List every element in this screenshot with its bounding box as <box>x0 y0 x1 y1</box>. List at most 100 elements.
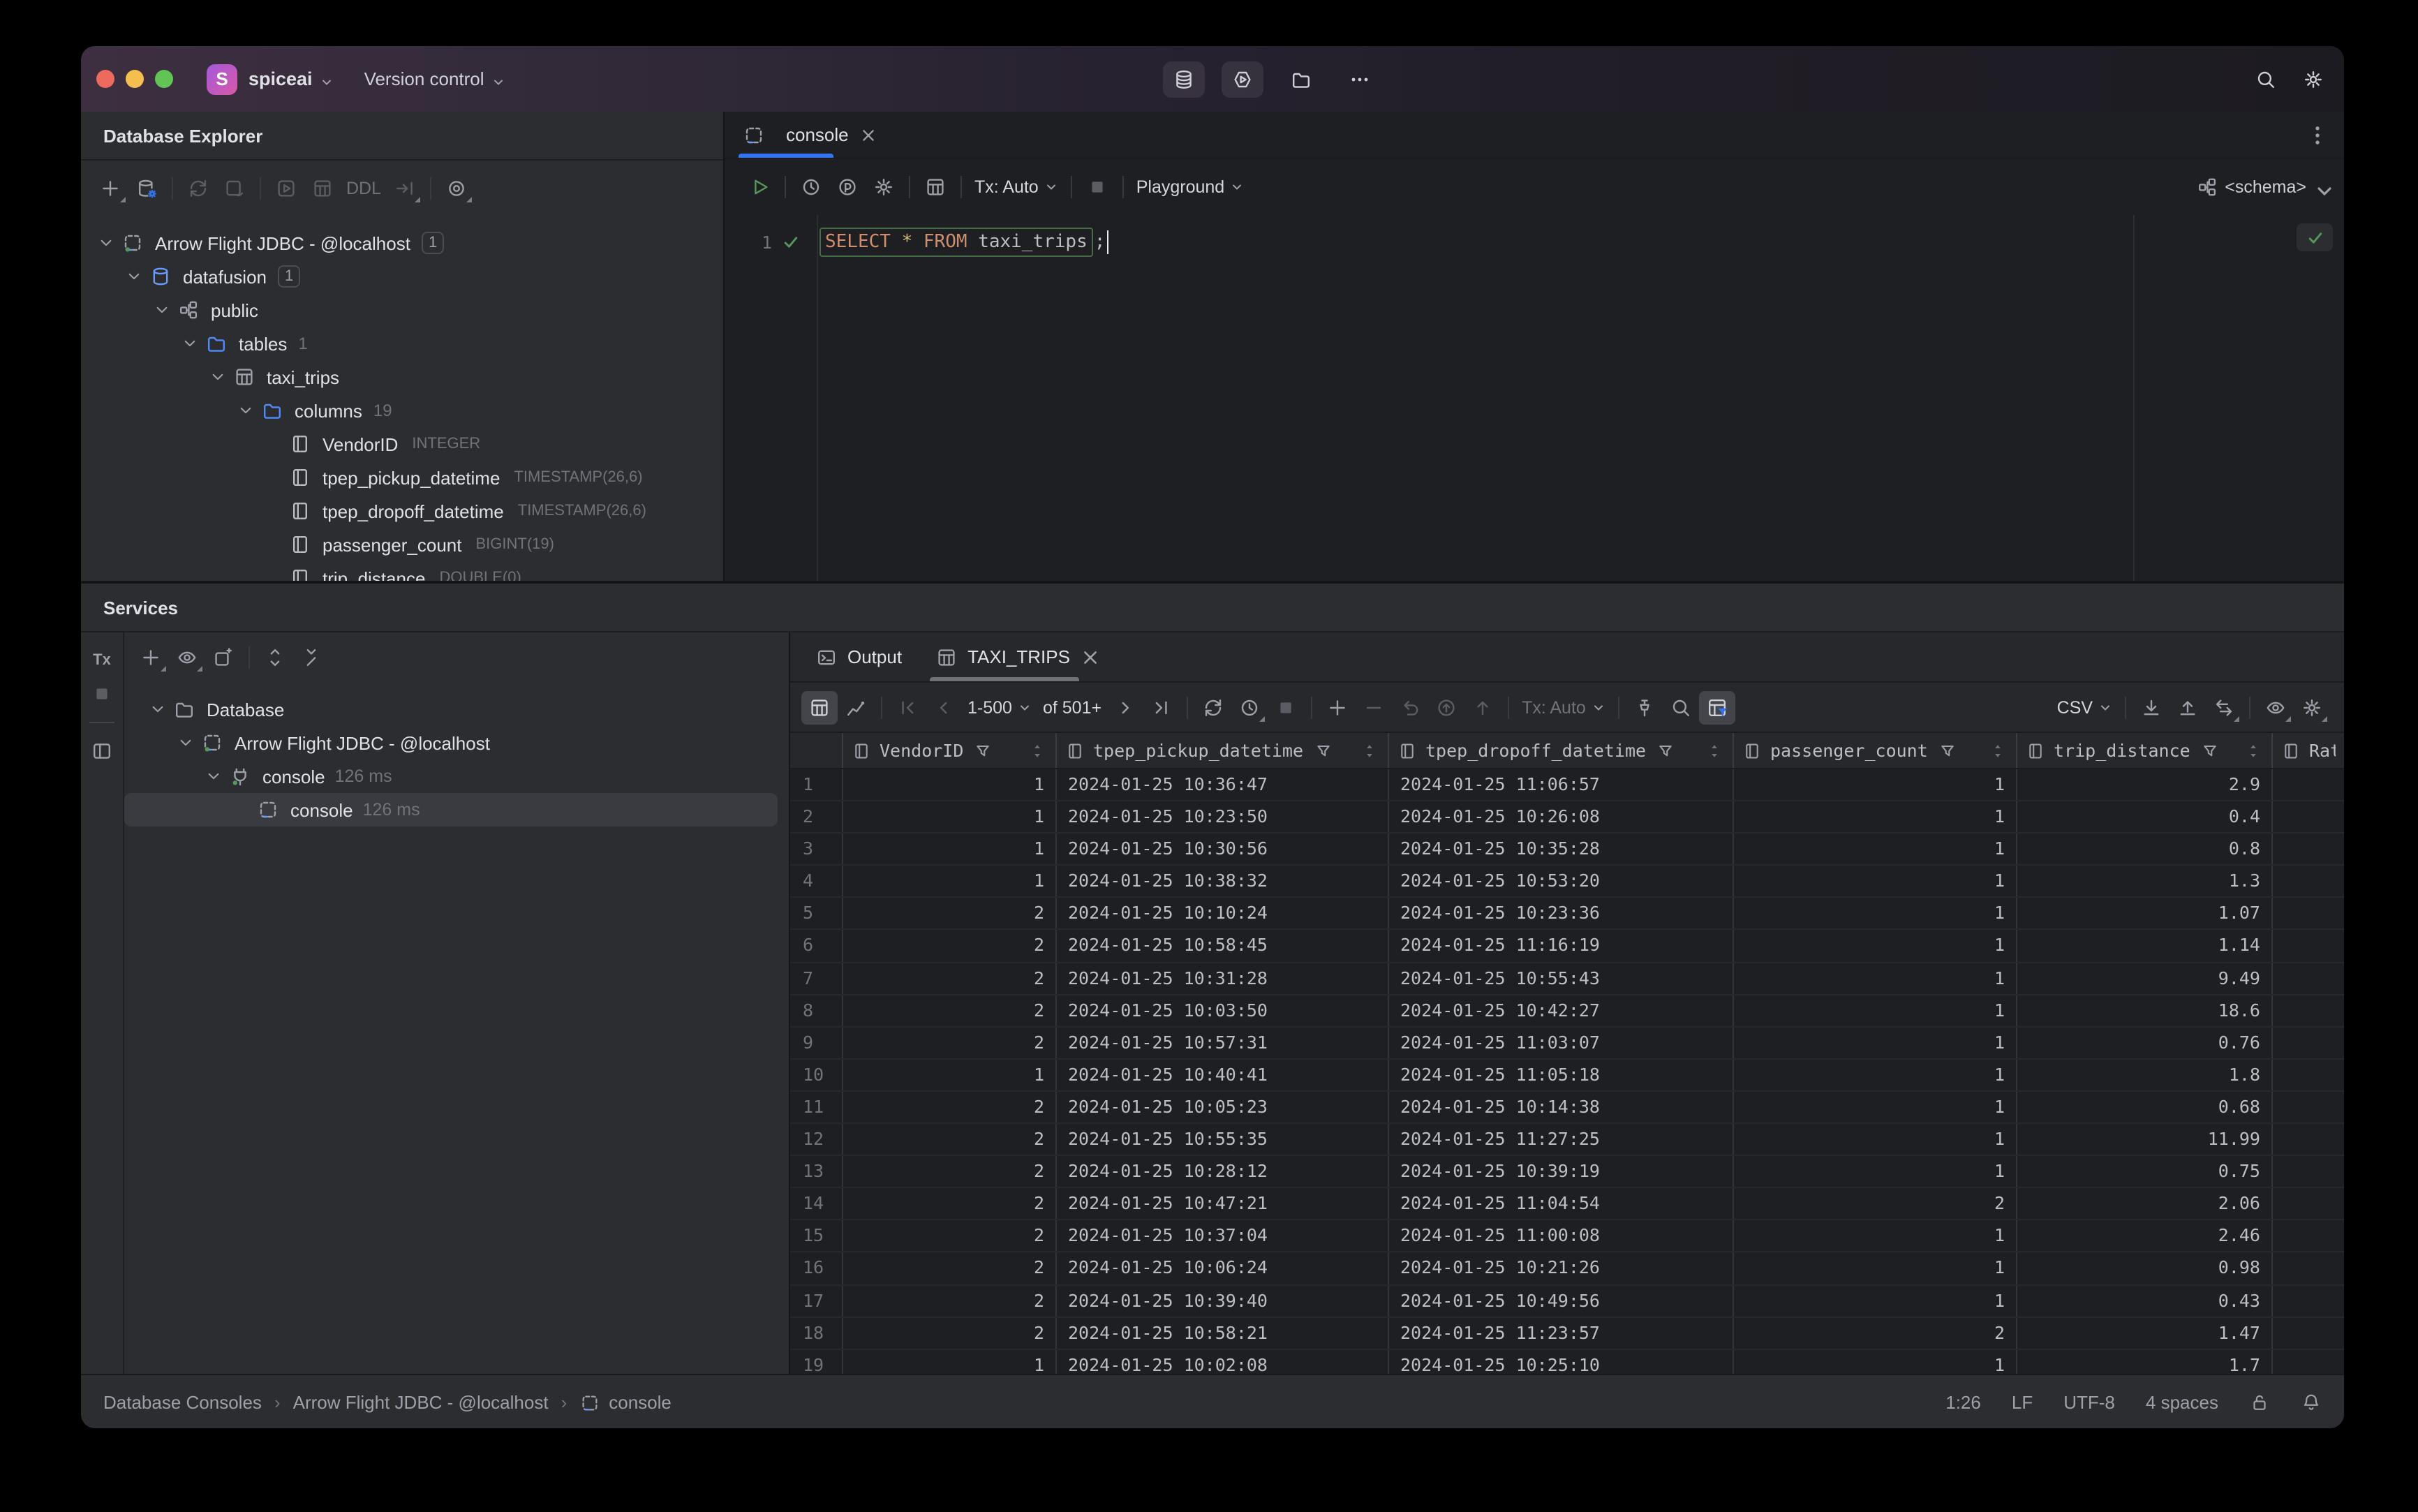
tree-item-console[interactable]: console 126 ms <box>124 759 789 793</box>
stop-button[interactable] <box>1079 170 1115 204</box>
more-options-icon[interactable] <box>2305 122 2330 147</box>
upload-button[interactable] <box>2169 690 2206 724</box>
sql-editor[interactable]: 1 SELECT * FROM taxi_trips ; <box>725 215 2344 581</box>
row-number[interactable]: 15 <box>790 1220 843 1252</box>
tx-rail-button[interactable]: Tx <box>85 644 119 677</box>
chevron-down-icon[interactable] <box>176 332 204 355</box>
cell[interactable]: 2024-01-25 10:06:24 <box>1057 1252 1389 1284</box>
collapse-all-button[interactable] <box>293 641 329 674</box>
cell[interactable]: 2024-01-25 10:38:32 <box>1057 866 1389 897</box>
row-number[interactable]: 11 <box>790 1091 843 1123</box>
gear-button[interactable] <box>2294 690 2330 724</box>
datasource-settings-button[interactable] <box>128 171 165 205</box>
results-tab-taxi-trips[interactable]: TAXI_TRIPS <box>919 632 1119 681</box>
tree-item-database[interactable]: Database <box>124 692 789 726</box>
cell[interactable]: 0.43 <box>2017 1285 2273 1317</box>
cell[interactable]: 2024-01-25 10:31:28 <box>1057 963 1389 994</box>
cell[interactable]: 2024-01-25 10:35:28 <box>1389 833 1734 865</box>
tree-item-public[interactable]: public <box>81 293 723 327</box>
cell[interactable]: 1 <box>1734 801 2017 833</box>
cell[interactable]: 2024-01-25 10:10:24 <box>1057 898 1389 929</box>
page-next-button[interactable] <box>1107 690 1143 724</box>
visibility-button[interactable] <box>438 171 475 205</box>
chevron-down-icon[interactable] <box>200 765 228 787</box>
eye-button[interactable] <box>169 641 205 674</box>
jump-button[interactable] <box>387 171 423 205</box>
cell[interactable]: 2 <box>843 898 1057 929</box>
detach-button[interactable] <box>216 171 253 205</box>
cell[interactable]: 2024-01-25 10:28:12 <box>1057 1156 1389 1187</box>
close-tab-icon[interactable] <box>1080 646 1102 668</box>
search-button[interactable] <box>1663 690 1699 724</box>
playground-control[interactable]: Playground <box>1131 177 1250 197</box>
cell[interactable]: 2024-01-25 11:27:25 <box>1389 1124 1734 1155</box>
tree-item-tpep-pickup-datetime[interactable]: tpep_pickup_datetime TIMESTAMP(26,6) <box>81 461 723 494</box>
sort-icon[interactable] <box>1028 741 1047 760</box>
row-number[interactable]: 14 <box>790 1188 843 1220</box>
refresh-button[interactable] <box>180 171 216 205</box>
cell[interactable] <box>2273 1092 2344 1122</box>
tab-console[interactable]: console <box>725 112 892 158</box>
expand-all-button[interactable] <box>257 641 293 674</box>
cell[interactable]: 2 <box>843 963 1057 994</box>
table-button[interactable] <box>304 171 341 205</box>
cell[interactable]: 2024-01-25 10:42:27 <box>1389 995 1734 1026</box>
cell[interactable]: 18.6 <box>2017 995 2273 1026</box>
breadcrumb-item[interactable]: console <box>579 1391 672 1412</box>
cell[interactable]: 2 <box>1734 1188 2017 1220</box>
cell[interactable]: 2 <box>843 1188 1057 1220</box>
tree-item-columns[interactable]: columns 19 <box>81 394 723 427</box>
cell[interactable]: 2024-01-25 11:05:18 <box>1389 1059 1734 1090</box>
cell[interactable]: 2024-01-25 10:58:45 <box>1057 930 1389 962</box>
cell[interactable]: 2024-01-25 10:55:35 <box>1057 1124 1389 1155</box>
row-number[interactable]: 17 <box>790 1285 843 1317</box>
cell[interactable]: 1 <box>1734 1156 2017 1187</box>
breadcrumb-item[interactable]: Arrow Flight JDBC - @localhost <box>293 1391 549 1412</box>
indent-setting[interactable]: 4 spaces <box>2146 1391 2218 1412</box>
cell[interactable]: 2024-01-25 11:23:57 <box>1389 1317 1734 1349</box>
vcs-menu[interactable]: Version control <box>364 68 505 89</box>
row-number[interactable]: 7 <box>790 963 843 994</box>
cell[interactable]: 1 <box>1734 1124 2017 1155</box>
row-number[interactable]: 12 <box>790 1124 843 1155</box>
databases-icon[interactable] <box>1163 61 1205 97</box>
cell[interactable]: 1.47 <box>2017 1317 2273 1349</box>
cell[interactable]: 2024-01-25 10:47:21 <box>1057 1188 1389 1220</box>
gear-button[interactable] <box>866 170 902 204</box>
cell[interactable] <box>2273 1285 2344 1316</box>
row-number[interactable]: 13 <box>790 1156 843 1187</box>
stop-rail-button[interactable] <box>85 677 119 711</box>
cell[interactable]: 2024-01-25 10:39:40 <box>1057 1285 1389 1317</box>
cell[interactable]: 1 <box>1734 898 2017 929</box>
close-window-button[interactable] <box>96 70 114 88</box>
cell[interactable]: 0.75 <box>2017 1156 2273 1187</box>
column-header-tpep-pickup-datetime[interactable]: tpep_pickup_datetime <box>1057 733 1389 768</box>
sort-icon[interactable] <box>1705 741 1724 760</box>
caret-position[interactable]: 1:26 <box>1945 1391 1981 1412</box>
sort-icon[interactable] <box>2243 741 2263 760</box>
cell[interactable]: 2024-01-25 10:23:36 <box>1389 898 1734 929</box>
tx-auto-control[interactable]: Tx: Auto <box>1516 697 1611 717</box>
cell[interactable]: 2024-01-25 10:37:04 <box>1057 1220 1389 1252</box>
cell[interactable]: 1 <box>1734 1027 2017 1058</box>
cell[interactable]: 2 <box>843 1091 1057 1123</box>
refresh-button[interactable] <box>1195 690 1231 724</box>
tree-item-datafusion[interactable]: datafusion 1 <box>81 260 723 293</box>
ddl-control[interactable]: DDL <box>341 178 387 198</box>
cell[interactable]: 2024-01-25 10:26:08 <box>1389 801 1734 833</box>
chevron-down-icon[interactable] <box>92 232 120 254</box>
play-button[interactable] <box>741 170 778 204</box>
cell[interactable]: 1.8 <box>2017 1059 2273 1090</box>
column-header-vendorid[interactable]: VendorID <box>843 733 1057 768</box>
cell[interactable]: 2 <box>843 1220 1057 1252</box>
cell[interactable] <box>2273 1349 2344 1374</box>
cell[interactable]: 0.8 <box>2017 833 2273 865</box>
cell[interactable]: 1 <box>843 1059 1057 1090</box>
cell[interactable] <box>2273 963 2344 993</box>
cell[interactable]: 2024-01-25 10:30:56 <box>1057 833 1389 865</box>
cell[interactable]: 1 <box>1734 1220 2017 1252</box>
chevron-down-icon[interactable] <box>232 399 260 422</box>
minus-button[interactable] <box>1356 690 1392 724</box>
cell[interactable] <box>2273 1028 2344 1058</box>
cell[interactable]: 2 <box>843 1027 1057 1058</box>
